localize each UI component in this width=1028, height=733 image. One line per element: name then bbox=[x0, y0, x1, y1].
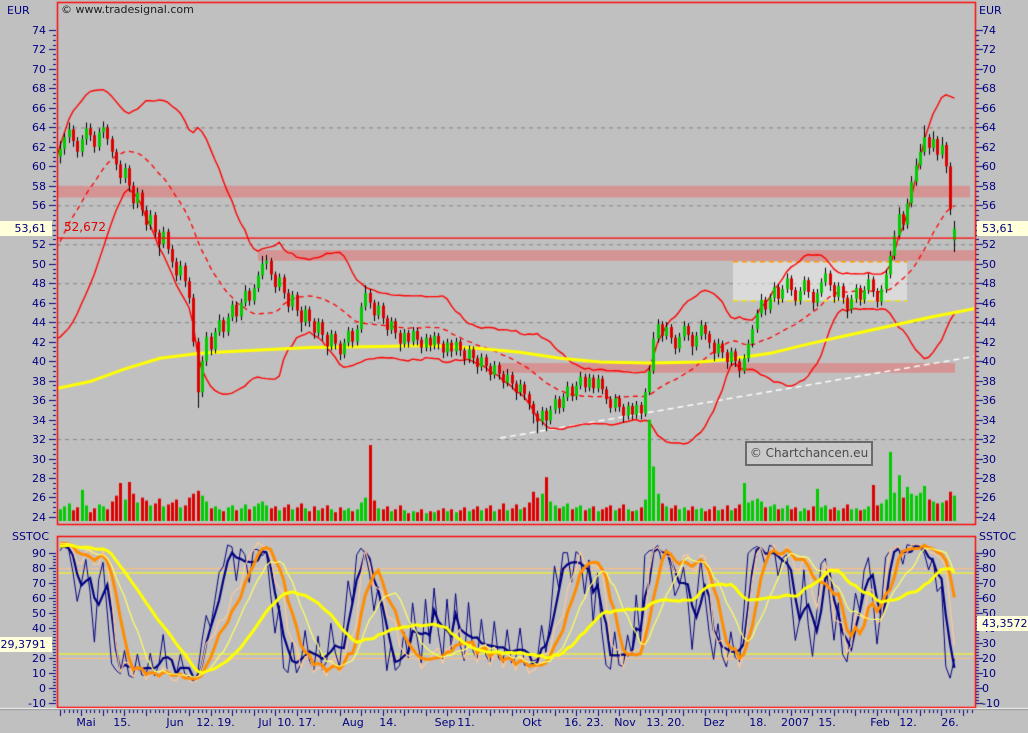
x-axis-label: Okt bbox=[510, 716, 554, 729]
price-axis-label-right: 40 bbox=[982, 355, 996, 368]
price-axis-label-left: 46 bbox=[0, 297, 46, 310]
price-axis-label-right: 42 bbox=[982, 336, 996, 349]
price-axis-label-left: 42 bbox=[0, 336, 46, 349]
sstoc-axis-label-right: 60 bbox=[982, 592, 996, 605]
price-axis-label-left: 24 bbox=[0, 511, 46, 524]
price-axis-label-right: 62 bbox=[982, 141, 996, 154]
sstoc-axis-label-right: 0 bbox=[982, 682, 989, 695]
x-axis-label: 19. bbox=[204, 716, 248, 729]
price-axis-label-left: 28 bbox=[0, 472, 46, 485]
price-axis-label-left: 66 bbox=[0, 102, 46, 115]
price-axis-label-left: 68 bbox=[0, 82, 46, 95]
sstoc-axis-label-right: -10 bbox=[982, 697, 1000, 710]
x-axis-label: 17. bbox=[285, 716, 329, 729]
price-axis-label-right: 46 bbox=[982, 297, 996, 310]
price-axis-label-right: 48 bbox=[982, 277, 996, 290]
price-axis-label-right: 28 bbox=[982, 472, 996, 485]
price-axis-label-left: 40 bbox=[0, 355, 46, 368]
sstoc-axis-label-right: 20 bbox=[982, 652, 996, 665]
price-axis-label-left: 34 bbox=[0, 414, 46, 427]
watermark-chartchancen: © Chartchancen.eu bbox=[745, 441, 873, 466]
sstoc-axis-label-left: 70 bbox=[0, 577, 46, 590]
sstoc-axis-label-right: 70 bbox=[982, 577, 996, 590]
watermark-text: © Chartchancen.eu bbox=[750, 446, 868, 460]
price-axis-unit-right: EUR bbox=[979, 4, 1002, 17]
price-axis-label-left: 26 bbox=[0, 491, 46, 504]
x-axis-label: 15. bbox=[100, 716, 144, 729]
price-axis-label-right: 64 bbox=[982, 121, 996, 134]
price-axis-label-left: 50 bbox=[0, 258, 46, 271]
sstoc-axis-label-left: 90 bbox=[0, 547, 46, 560]
sstoc-axis-label-right: 30 bbox=[982, 637, 996, 650]
price-axis-label-right: 44 bbox=[982, 316, 996, 329]
sstoc-axis-label-right: 10 bbox=[982, 667, 996, 680]
x-axis-label: Dez bbox=[692, 716, 736, 729]
price-axis-label-left: 36 bbox=[0, 394, 46, 407]
sstoc-axis-label-left: 20 bbox=[0, 652, 46, 665]
x-axis-label: 14. bbox=[366, 716, 410, 729]
price-axis-label-right: 60 bbox=[982, 160, 996, 173]
last-price-label-right: 53,61 bbox=[977, 221, 1028, 236]
sstoc-value-label-left: 29,3791 bbox=[0, 637, 52, 652]
price-axis-label-left: 58 bbox=[0, 180, 46, 193]
price-axis-label-right: 52 bbox=[982, 238, 996, 251]
price-axis-label-left: 32 bbox=[0, 433, 46, 446]
price-axis-label-left: 64 bbox=[0, 121, 46, 134]
price-axis-label-left: 56 bbox=[0, 199, 46, 212]
price-axis-label-left: 38 bbox=[0, 375, 46, 388]
price-line-label: 52,672 bbox=[64, 221, 106, 234]
sstoc-axis-label-left: 0 bbox=[0, 682, 46, 695]
x-axis-label: 11. bbox=[444, 716, 488, 729]
sstoc-axis-label-right: 90 bbox=[982, 547, 996, 560]
price-axis-label-left: 70 bbox=[0, 63, 46, 76]
sstoc-axis-label-right: 80 bbox=[982, 562, 996, 575]
price-chart-canvas[interactable] bbox=[0, 0, 1028, 733]
price-axis-label-left: 62 bbox=[0, 141, 46, 154]
sstoc-title-left: SSTOC bbox=[12, 530, 49, 543]
price-axis-label-right: 34 bbox=[982, 414, 996, 427]
price-axis-label-right: 56 bbox=[982, 199, 996, 212]
sstoc-axis-label-left: 10 bbox=[0, 667, 46, 680]
x-axis-label: 15. bbox=[805, 716, 849, 729]
sstoc-axis-label-left: 80 bbox=[0, 562, 46, 575]
sstoc-title-right: SSTOC bbox=[979, 530, 1016, 543]
price-axis-label-left: 72 bbox=[0, 43, 46, 56]
price-axis-label-left: 52 bbox=[0, 238, 46, 251]
price-axis-label-right: 58 bbox=[982, 180, 996, 193]
price-axis-label-right: 68 bbox=[982, 82, 996, 95]
sstoc-axis-label-left: -10 bbox=[0, 697, 46, 710]
price-axis-unit-left: EUR bbox=[7, 4, 30, 17]
price-axis-label-left: 48 bbox=[0, 277, 46, 290]
price-axis-label-right: 24 bbox=[982, 511, 996, 524]
price-axis-label-left: 30 bbox=[0, 453, 46, 466]
sstoc-axis-label-left: 40 bbox=[0, 622, 46, 635]
sstoc-value-label-right: 43,3572 bbox=[977, 616, 1028, 631]
chart-window: EUR © www.tradesignal.com EUR SSTOC SSTO… bbox=[0, 0, 1028, 733]
price-axis-label-right: 70 bbox=[982, 63, 996, 76]
sstoc-axis-label-left: 60 bbox=[0, 592, 46, 605]
price-axis-label-right: 30 bbox=[982, 453, 996, 466]
price-axis-label-right: 36 bbox=[982, 394, 996, 407]
last-price-label-left: 53,61 bbox=[0, 221, 52, 236]
price-axis-label-left: 60 bbox=[0, 160, 46, 173]
price-axis-label-left: 44 bbox=[0, 316, 46, 329]
sstoc-axis-label-left: 50 bbox=[0, 607, 46, 620]
copyright-tradesignal: © www.tradesignal.com bbox=[61, 3, 194, 16]
price-axis-label-right: 66 bbox=[982, 102, 996, 115]
x-axis-label: 26. bbox=[928, 716, 972, 729]
x-axis-label: 12. bbox=[886, 716, 930, 729]
price-axis-label-right: 38 bbox=[982, 375, 996, 388]
price-axis-label-right: 72 bbox=[982, 43, 996, 56]
price-axis-label-left: 74 bbox=[0, 24, 46, 37]
price-axis-label-right: 32 bbox=[982, 433, 996, 446]
price-axis-label-right: 26 bbox=[982, 491, 996, 504]
price-axis-label-right: 50 bbox=[982, 258, 996, 271]
price-axis-label-right: 74 bbox=[982, 24, 996, 37]
